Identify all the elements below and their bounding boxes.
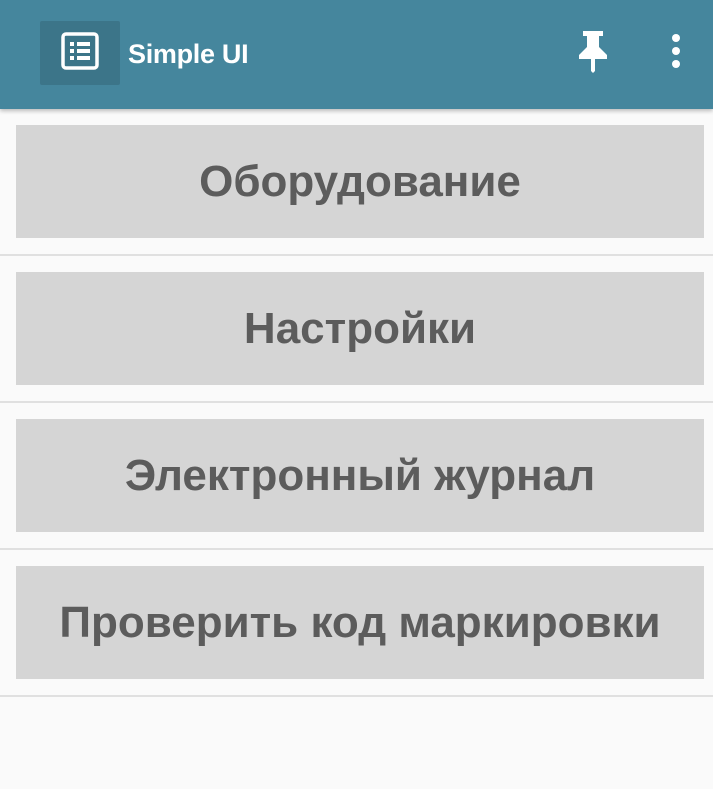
pin-button[interactable]	[566, 26, 620, 80]
list-item: Оборудование	[0, 109, 713, 256]
electronic-journal-button[interactable]: Электронный журнал	[16, 419, 704, 532]
pin-icon	[576, 29, 610, 78]
check-marking-code-button[interactable]: Проверить код маркировки	[16, 566, 704, 679]
equipment-button[interactable]: Оборудование	[16, 125, 704, 238]
menu-list: Оборудование Настройки Электронный журна…	[0, 109, 713, 697]
more-vert-icon	[670, 33, 682, 74]
app-title: Simple UI	[128, 39, 249, 69]
more-options-button[interactable]	[655, 26, 697, 80]
settings-button[interactable]: Настройки	[16, 272, 704, 385]
list-item: Проверить код маркировки	[0, 550, 713, 697]
list-icon	[60, 31, 100, 76]
app-menu-button[interactable]	[40, 21, 120, 85]
app-bar: Simple UI	[0, 0, 713, 109]
list-item: Электронный журнал	[0, 403, 713, 550]
list-item: Настройки	[0, 256, 713, 403]
